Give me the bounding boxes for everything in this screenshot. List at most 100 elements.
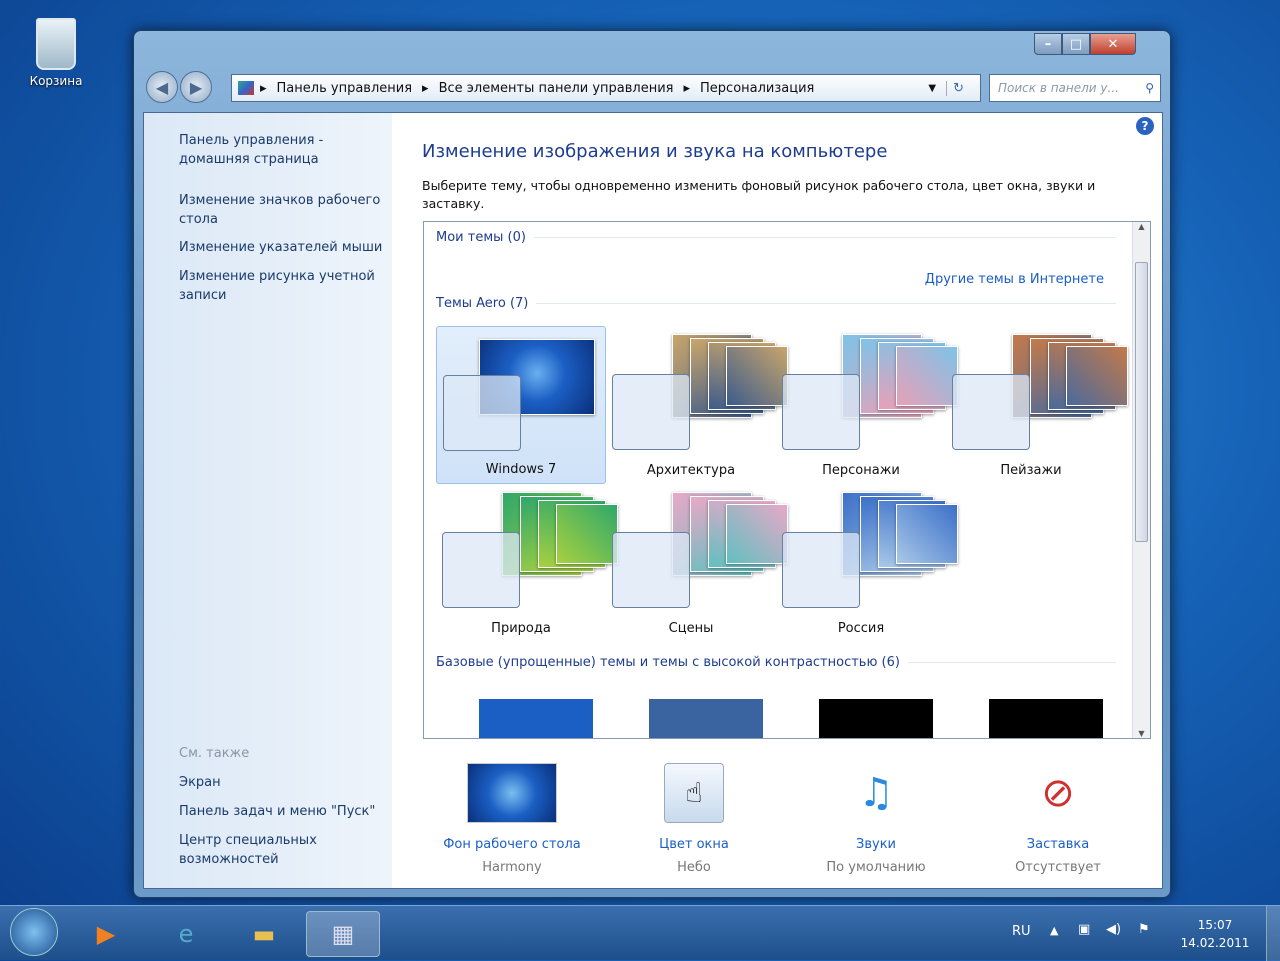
link-ease-of-access[interactable]: Центр специальных возможностей [179,831,389,869]
show-desktop-button[interactable] [1266,906,1280,961]
window-color-swatch [442,532,520,608]
taskbar: ▶ e ▬ ▦ RU ▲ ▣ ◀) ⚑ 15:07 14.02.2011 [0,905,1280,961]
recycle-bin-icon [36,18,76,70]
chevron-right-icon: ▸ [683,80,691,96]
screensaver-icon: ⊘ [1041,770,1075,816]
action-center-flag-icon[interactable]: ⚑ [1138,922,1150,937]
breadcrumb-all-items[interactable]: Все элементы панели управления [439,81,674,96]
start-button[interactable] [10,908,58,956]
bottom-setting-3[interactable]: ⊘ Заставка Отсутствует [973,763,1143,875]
setting-label[interactable]: Фон рабочего стола [427,837,597,852]
setting-value: Harmony [482,860,542,875]
clock[interactable]: 15:07 14.02.2011 [1170,916,1260,952]
window-color-swatch [782,374,860,450]
refresh-icon[interactable]: ↻ [946,80,970,96]
control-panel-taskbar-button[interactable]: ▦ [306,911,380,957]
desktop-background-icon [467,763,557,825]
basic-theme-tile[interactable] [648,698,764,738]
theme-gallery: Мои темы (0) Другие темы в Интернете Тем… [423,221,1151,739]
breadcrumb-personalization[interactable]: Персонализация [700,81,814,96]
link-taskbar-start[interactable]: Панель задач и меню "Пуск" [179,802,389,821]
page-description: Выберите тему, чтобы одновременно измени… [422,178,1096,211]
page-title: Изменение изображения и звука на компьют… [422,141,888,162]
language-indicator[interactable]: RU [1012,924,1031,939]
recycle-bin-desktop-icon[interactable]: Корзина [18,18,94,88]
basic-theme-tile[interactable] [988,698,1104,738]
window-color-swatch [952,374,1030,450]
left-navigation-pane: Панель управления - домашняя страница Из… [144,113,392,888]
basic-themes-heading: Базовые (упрощенные) темы и темы с высок… [436,655,1116,670]
chevron-right-icon: ▸ [260,80,267,96]
content-area: Панель управления - домашняя страница Из… [143,112,1163,889]
control-panel-icon [238,81,254,95]
gallery-scrollbar[interactable]: ▲ ▼ [1132,222,1150,738]
history-dropdown-icon[interactable]: ▼ [928,83,936,94]
show-hidden-icons[interactable]: ▲ [1050,924,1058,937]
theme-name: Персонажи [822,463,900,478]
see-also-heading: См. также [179,746,250,761]
search-placeholder: Поиск в панели у... [998,81,1119,95]
basic-theme-tile[interactable] [478,698,594,738]
theme-name: Windows 7 [485,462,557,477]
volume-icon[interactable]: ◀) [1106,922,1121,937]
setting-value: Небо [677,860,711,875]
clock-date: 14.02.2011 [1180,936,1250,950]
sounds-icon: ♫ [858,770,894,816]
theme-preview-image [896,504,958,564]
maximize-button[interactable]: □ [1062,33,1090,55]
bottom-setting-2[interactable]: ♫ Звуки По умолчанию [791,763,961,875]
theme-name: Россия [837,621,885,636]
theme-tile[interactable]: Россия [776,484,958,642]
theme-preview-image [1066,346,1128,406]
search-input[interactable]: Поиск в панели у... ⚲ [989,74,1161,102]
theme-tile[interactable]: Архитектура [606,326,788,484]
scroll-up-icon[interactable]: ▲ [1133,222,1150,231]
window-color-swatch [443,375,521,451]
setting-label[interactable]: Звуки [791,837,961,852]
setting-label[interactable]: Цвет окна [609,837,779,852]
theme-tile[interactable]: Персонажи [776,326,958,484]
minimize-button[interactable]: – [1034,33,1062,55]
theme-name: Природа [491,621,551,636]
setting-value: Отсутствует [1015,860,1101,875]
forward-button[interactable]: ▶ [180,71,212,103]
media-player-taskbar-button[interactable]: ▶ [72,911,140,957]
bottom-setting-1[interactable]: ☝ Цвет окна Небо [609,763,779,875]
explorer-taskbar-button[interactable]: ▬ [230,911,298,957]
link-account-picture[interactable]: Изменение рисунка учетной записи [179,267,389,305]
personalization-window: – □ ✕ ◀ ▶ ▸ Панель управления ▸ Все элем… [133,30,1171,898]
address-bar[interactable]: ▸ Панель управления ▸ Все элементы панел… [231,74,981,102]
close-button[interactable]: ✕ [1090,33,1136,55]
more-themes-online-link[interactable]: Другие темы в Интернете [925,272,1104,287]
setting-value: По умолчанию [826,860,926,875]
basic-theme-tile[interactable] [818,698,934,738]
theme-tile[interactable]: Природа [436,484,618,642]
scroll-down-icon[interactable]: ▼ [1133,729,1150,738]
my-themes-heading: Мои темы (0) [436,230,1116,245]
theme-name: Пейзажи [1000,463,1062,478]
aero-themes-heading: Темы Aero (7) [436,296,1116,311]
window-color-icon: ☝ [649,763,739,825]
window-color-swatch [612,532,690,608]
search-icon[interactable]: ⚲ [1145,81,1154,95]
breadcrumb-control-panel[interactable]: Панель управления [277,81,413,96]
link-display[interactable]: Экран [179,773,389,792]
link-mouse-pointers[interactable]: Изменение указателей мыши [179,238,389,257]
link-control-panel-home[interactable]: Панель управления - домашняя страница [179,131,389,169]
window-color-swatch [782,532,860,608]
theme-tile[interactable]: Пейзажи [946,326,1128,484]
scrollbar-thumb[interactable] [1135,262,1148,542]
link-desktop-icons[interactable]: Изменение значков рабочего стола [179,191,389,229]
theme-tile[interactable]: Windows 7 [436,326,606,484]
back-button[interactable]: ◀ [146,71,178,103]
internet-explorer-taskbar-button[interactable]: e [152,911,220,957]
theme-name: Сцены [668,621,714,636]
window-color-swatch [612,374,690,450]
theme-name: Архитектура [646,463,736,478]
network-icon[interactable]: ▣ [1078,922,1090,937]
help-icon[interactable]: ? [1136,117,1154,135]
theme-tile[interactable]: Сцены [606,484,788,642]
setting-label[interactable]: Заставка [973,837,1143,852]
chevron-right-icon: ▸ [422,80,429,96]
bottom-setting-0[interactable]: Фон рабочего стола Harmony [427,763,597,875]
